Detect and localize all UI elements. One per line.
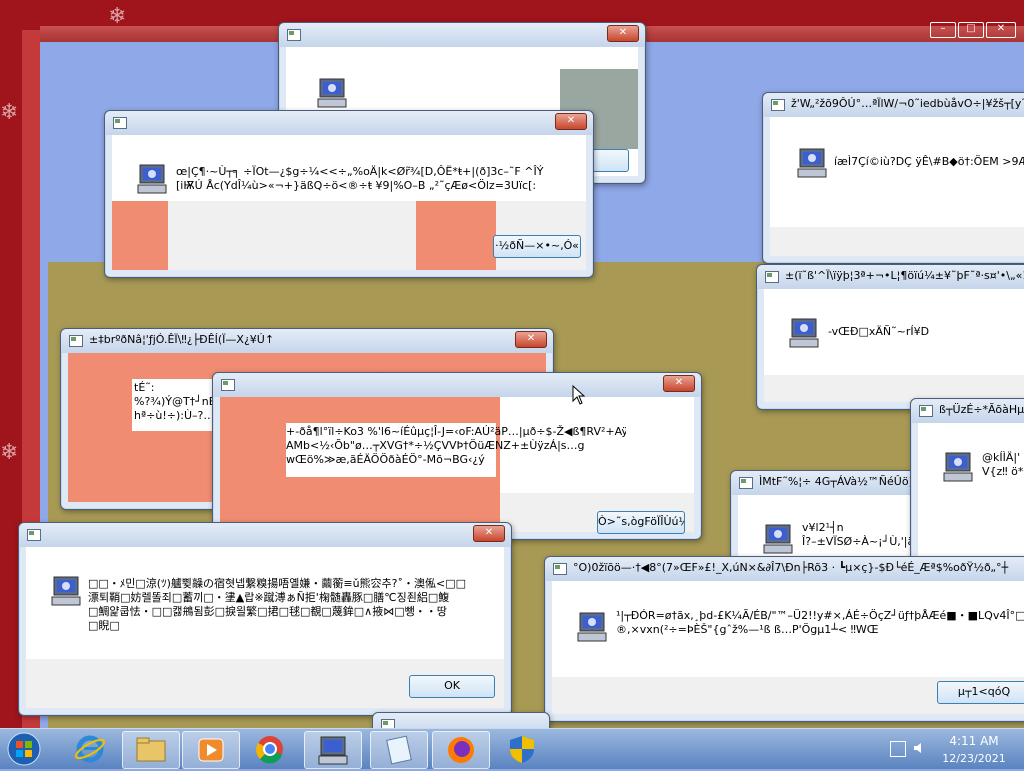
- close-button[interactable]: ✕: [473, 525, 505, 542]
- mouse-cursor-icon: [572, 385, 586, 405]
- computer-icon: [789, 318, 819, 348]
- computer-icon: [577, 612, 607, 642]
- maximize-icon[interactable]: □: [958, 22, 984, 38]
- window-icon: [771, 99, 785, 111]
- close-button[interactable]: ✕: [663, 375, 695, 392]
- dialog-message: -vŒĐ□xÄÑ˜~rÍ¥D: [828, 325, 930, 338]
- firefox-icon[interactable]: [432, 731, 490, 769]
- title-bar[interactable]: ✕: [213, 373, 701, 397]
- windows-logo-icon: [7, 732, 41, 766]
- dialog-message: œ|Ç¶·~Ù┬╕ ÷ÏOt—¿$g÷¼<<÷„%oÄ|k<Ør̃¾[D,ÔË*…: [176, 165, 544, 192]
- dialog-body: íæÌ7Çí©iù?DÇ ÿÊ\#B◆ö†:ÖEM >9Æ: [770, 117, 1024, 256]
- title-bar[interactable]: ✕: [19, 523, 511, 547]
- dialog-body: v¥l2¹┤n Î?–±VÏSØ÷À~¡┘Ù,'|ä: [738, 495, 931, 564]
- window-icon: [27, 529, 41, 541]
- dialog-window[interactable]: °O)0žïõö—·†◀8°(7»ŒF»£!_X,úN×&∂Î7\Ðn├Rõ3 …: [544, 556, 1024, 722]
- title-bar[interactable]: ±(ï˜ß'^Ï\ïÿþ¦3ª+¬•L¦¶öïú¼±¥˜þF˜ª·s¤'•\„«…: [757, 265, 1024, 289]
- dialog-window[interactable]: ✕ □□・ﾒ민□涼(ﾂ)艫쀶髞の宿혓넵繋糗揚唔옐嫌・繭蘅≡ǔ熊㝐추?˚・澳俬<□…: [18, 522, 512, 716]
- computer-icon: [137, 164, 167, 194]
- dialog-message: @kÍÌÄ|' V{z‼ ö*§: [982, 451, 1024, 478]
- minimize-icon[interactable]: –: [930, 22, 956, 38]
- dialog-message: tÉ˜: %?¾)Ý@T†┘nÉ hª÷ù!÷):Ù–?…J': [134, 381, 221, 422]
- window-title: ±(ï˜ß'^Ï\ïÿþ¦3ª+¬•L¦¶öïú¼±¥˜þF˜ª·s¤'•\„«…: [785, 269, 1024, 282]
- dialog-window[interactable]: ±(ï˜ß'^Ï\ïÿþ¦3ª+¬•L¦¶öïú¼±¥˜þF˜ª·s¤'•\„«…: [756, 264, 1024, 410]
- window-icon: [553, 563, 567, 575]
- title-bar[interactable]: ✕: [105, 111, 593, 135]
- window-icon: [765, 271, 779, 283]
- window-icon: [287, 29, 301, 41]
- close-button[interactable]: ✕: [555, 113, 587, 130]
- title-bar[interactable]: °O)0žïõö—·†◀8°(7»ŒF»£!_X,úN×&∂Î7\Ðn├Rõ3 …: [545, 557, 1024, 581]
- window-title: ÌMtF˜%¦÷ 4G┬ÁVà½™ÑéÛö): [759, 475, 913, 488]
- computer-icon: [763, 524, 793, 554]
- dialog-message: □□・ﾒ민□涼(ﾂ)艫쀶髞の宿혓넵繋糗揚唔옐嫌・繭蘅≡ǔ熊㝐추?˚・澳俬<□□ …: [88, 577, 467, 632]
- dialog-window[interactable]: ✕ +-ðå¶l°ïl÷Ko3 %'l6~íÉûµç¦Î-J=‹oF:AÚ²äP…: [212, 372, 702, 540]
- app-icon[interactable]: [304, 731, 362, 769]
- dialog-footer: [770, 227, 1024, 256]
- window-controls: – □ ✕: [930, 20, 1016, 38]
- window-title: °O)0žïõö—·†◀8°(7»ŒF»£!_X,úN×&∂Î7\Ðn├Rõ3 …: [573, 561, 1009, 574]
- dialog-body: -vŒĐ□xÄÑ˜~rÍ¥D: [764, 289, 1024, 402]
- dialog-window[interactable]: ✕ œ|Ç¶·~Ù┬╕ ÷ÏOt—¿$g÷¼<<÷„%oÄ|k<Ør̃¾[D,Ô…: [104, 110, 594, 278]
- title-bar[interactable]: ž'W„²žõ9ÔÚ°…ªÏlW/¬0˜iedbùåvO÷|¥žš┬[y˜: [763, 93, 1024, 117]
- notepad-icon[interactable]: [370, 731, 428, 769]
- title-bar[interactable]: ß┬ÜzÉ÷*ÃõàHµ(: [911, 399, 1024, 423]
- close-icon[interactable]: ✕: [986, 22, 1016, 38]
- salmon-block: [112, 201, 168, 270]
- computer-icon: [943, 452, 973, 482]
- window-title: ±‡brºðNâ¦'ƒjÓ.ÊÏ\‼¿├ÐÊÍ(Ï—X¿¥Ú↑: [89, 333, 275, 346]
- dialog-button[interactable]: ·½ðÑ—×•~‚Ó«: [493, 235, 581, 258]
- network-icon[interactable]: [890, 741, 906, 757]
- dialog-message: íæÌ7Çí©iù?DÇ ÿÊ\#B◆ö†:ÖEM >9Æ: [834, 155, 1024, 168]
- title-bar[interactable]: ✕: [279, 23, 645, 47]
- window-title: ž'W„²žõ9ÔÚ°…ªÏlW/¬0˜iedbùåvO÷|¥žš┬[y˜: [791, 97, 1024, 110]
- file-explorer-icon[interactable]: [122, 731, 180, 769]
- close-button[interactable]: ✕: [515, 331, 547, 348]
- window-icon: [221, 379, 235, 391]
- dialog-message: ¹|┬ÐÓR=ø†ãx,¸þd-£K¼Ã/ÉB/"™–Ü2!!y#×,ÁÉ÷Öç…: [616, 609, 1024, 636]
- internet-explorer-icon[interactable]: [62, 731, 118, 767]
- computer-icon: [51, 576, 81, 606]
- dialog-button[interactable]: Ò>˜s,ògFöÏÎÙú½: [597, 511, 685, 534]
- snowflake-icon: ❄: [0, 440, 19, 465]
- window-title: ß┬ÜzÉ÷*ÃõàHµ(: [939, 403, 1024, 416]
- dialog-button[interactable]: µ┬1<qóQ: [937, 681, 1024, 704]
- ok-button[interactable]: OK: [409, 675, 495, 698]
- dialog-window[interactable]: ß┬ÜzÉ÷*ÃõàHµ( @kÍÌÄ|' V{z‼ ö*§: [910, 398, 1024, 566]
- computer-icon: [317, 78, 347, 108]
- title-bar[interactable]: ±‡brºðNâ¦'ƒjÓ.ÊÏ\‼¿├ÐÊÍ(Ï—X¿¥Ú↑ ✕: [61, 329, 553, 353]
- snowflake-icon: ❄: [0, 100, 19, 125]
- dialog-window[interactable]: ž'W„²žõ9ÔÚ°…ªÏlW/¬0˜iedbùåvO÷|¥žš┬[y˜ íæ…: [762, 92, 1024, 264]
- start-button[interactable]: [4, 731, 44, 767]
- taskbar: [0, 728, 1024, 769]
- clock-time[interactable]: 4:11 AM: [944, 734, 1004, 748]
- window-icon: [919, 405, 933, 417]
- window-icon: [69, 335, 83, 347]
- salmon-block: [416, 201, 496, 270]
- chrome-icon[interactable]: [242, 731, 298, 767]
- security-shield-icon[interactable]: [494, 731, 550, 767]
- computer-icon: [797, 148, 827, 178]
- dialog-message: +-ðå¶l°ïl÷Ko3 %'l6~íÉûµç¦Î-J=‹oF:AÚ²äP…|…: [286, 425, 626, 466]
- title-bar[interactable]: ÌMtF˜%¦÷ 4G┬ÁVà½™ÑéÛö): [731, 471, 931, 495]
- dialog-body: @kÍÌÄ|' V{z‼ ö*§: [918, 423, 1024, 558]
- volume-icon[interactable]: [912, 741, 926, 755]
- close-button[interactable]: ✕: [607, 25, 639, 42]
- window-icon: [113, 117, 127, 129]
- media-player-icon[interactable]: [182, 731, 240, 769]
- clock-date[interactable]: 12/23/2021: [936, 752, 1012, 765]
- window-icon: [739, 477, 753, 489]
